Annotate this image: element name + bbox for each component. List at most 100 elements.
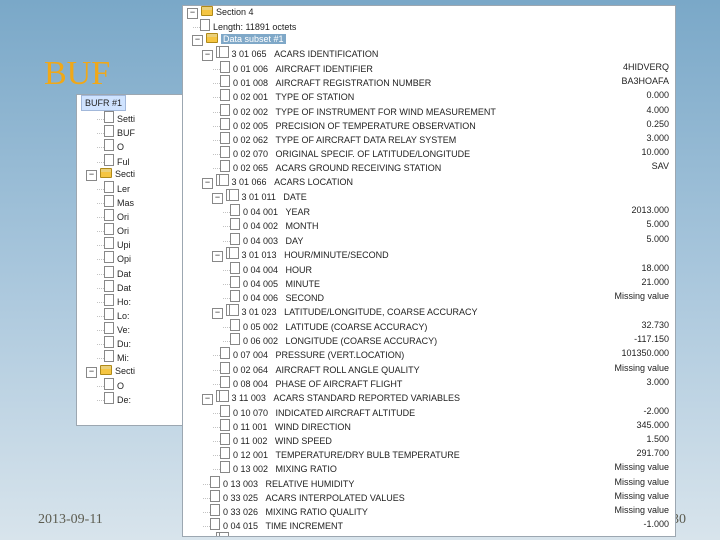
- pages-icon: [216, 390, 226, 402]
- value: -117.150: [634, 333, 669, 345]
- value: 10.000: [641, 146, 669, 158]
- page-icon: [230, 319, 240, 331]
- pages-icon: [226, 189, 236, 201]
- tree-leaf[interactable]: ····0 08 004 PHASE OF AIRCRAFT FLIGHT3.0…: [183, 376, 675, 390]
- length-label: Length: 11891 octets: [213, 22, 296, 32]
- collapse-icon[interactable]: −: [202, 50, 213, 61]
- page-icon: [220, 447, 230, 459]
- value: -2.000: [643, 405, 669, 417]
- tree-leaf[interactable]: ····0 02 005 PRECISION OF TEMPERATURE OB…: [183, 118, 675, 132]
- value: 5.000: [646, 218, 669, 230]
- value: 0.000: [646, 89, 669, 101]
- tree-leaf[interactable]: ····0 04 002 MONTH5.000: [183, 218, 675, 232]
- collapse-icon[interactable]: −: [202, 178, 213, 189]
- value: 32.730: [641, 319, 669, 331]
- page-icon: [230, 218, 240, 230]
- tree-leaf[interactable]: ····0 33 025 ACARS INTERPOLATED VALUESMi…: [183, 490, 675, 504]
- page-icon: [220, 89, 230, 101]
- pages-icon: [226, 304, 236, 316]
- tree-leaf[interactable]: ····0 05 002 LATITUDE (COARSE ACCURACY)3…: [183, 319, 675, 333]
- collapse-icon[interactable]: −: [187, 8, 198, 19]
- pages-icon: [226, 247, 236, 259]
- value: Missing value: [614, 362, 669, 374]
- page-icon: [200, 19, 210, 31]
- page-icon: [230, 262, 240, 274]
- bufr-header[interactable]: BUFR #1: [81, 95, 126, 111]
- folder-open-icon: [201, 6, 213, 16]
- tree-leaf[interactable]: ····0 12 001 TEMPERATURE/DRY BULB TEMPER…: [183, 447, 675, 461]
- value: 18.000: [641, 262, 669, 274]
- tree-leaf[interactable]: ····0 06 002 LONGITUDE (COARSE ACCURACY)…: [183, 333, 675, 347]
- page-icon: [220, 132, 230, 144]
- value: BA3HOAFA: [621, 75, 669, 87]
- tree-leaf[interactable]: ····0 04 004 HOUR18.000: [183, 262, 675, 276]
- tree-leaf[interactable]: ····0 02 001 TYPE OF STATION0.000: [183, 89, 675, 103]
- page-icon: [220, 104, 230, 116]
- tree-leaf[interactable]: ····0 02 065 ACARS GROUND RECEIVING STAT…: [183, 160, 675, 174]
- tree-leaf[interactable]: ····0 33 026 MIXING RATIO QUALITYMissing…: [183, 504, 675, 518]
- page-icon: [220, 146, 230, 158]
- value: 345.000: [636, 419, 669, 431]
- tree-leaf[interactable]: ····0 04 006 SECONDMissing value: [183, 290, 675, 304]
- value: -1.000: [643, 518, 669, 530]
- collapse-icon[interactable]: −: [212, 251, 223, 262]
- collapse-icon[interactable]: −: [212, 308, 223, 319]
- page-icon: [230, 233, 240, 245]
- page-icon: [230, 276, 240, 288]
- page-icon: [220, 160, 230, 172]
- value: 291.700: [636, 447, 669, 459]
- page-icon: [220, 405, 230, 417]
- value: Missing value: [614, 461, 669, 473]
- page-icon: [220, 433, 230, 445]
- tree-leaf[interactable]: ····0 04 005 MINUTE21.000: [183, 276, 675, 290]
- page-icon: [220, 362, 230, 374]
- tree-leaf[interactable]: ····0 02 002 TYPE OF INSTRUMENT FOR WIND…: [183, 104, 675, 118]
- value: Missing value: [614, 290, 669, 302]
- collapse-icon[interactable]: −: [202, 394, 213, 405]
- page-icon: [230, 204, 240, 216]
- pages-icon: [216, 46, 226, 58]
- subset-label[interactable]: Data subset #1: [221, 34, 286, 44]
- tree-panel-main[interactable]: −Section 4 ····Length: 11891 octets −Dat…: [182, 5, 676, 537]
- tree-leaf[interactable]: ····0 02 070 ORIGINAL SPECIF. OF LATITUD…: [183, 146, 675, 160]
- value: 3.000: [646, 132, 669, 144]
- tree-leaf[interactable]: ····0 13 003 RELATIVE HUMIDITYMissing va…: [183, 476, 675, 490]
- page-icon: [210, 504, 220, 516]
- collapse-icon[interactable]: −: [212, 193, 223, 204]
- value: 5.000: [646, 233, 669, 245]
- tree-leaf[interactable]: ····0 13 002 MIXING RATIOMissing value: [183, 461, 675, 475]
- page-icon: [210, 490, 220, 502]
- tree-leaf[interactable]: ····0 11 001 WIND DIRECTION345.000: [183, 419, 675, 433]
- value: 4HIDVERQ: [623, 61, 669, 73]
- tree-leaf[interactable]: ····0 01 006 AIRCRAFT IDENTIFIER4HIDVERQ: [183, 61, 675, 75]
- collapse-icon[interactable]: −: [202, 536, 213, 537]
- value: 2013.000: [631, 204, 669, 216]
- value: 101350.000: [621, 347, 669, 359]
- tree-leaf[interactable]: ····0 02 062 TYPE OF AIRCRAFT DATA RELAY…: [183, 132, 675, 146]
- pages-icon: [216, 532, 226, 537]
- page-icon: [220, 61, 230, 73]
- pages-icon: [216, 174, 226, 186]
- tree-leaf[interactable]: ····0 11 002 WIND SPEED1.500: [183, 433, 675, 447]
- page-icon: [230, 333, 240, 345]
- page-icon: [220, 376, 230, 388]
- value: 21.000: [641, 276, 669, 288]
- tree-leaf[interactable]: ····0 07 004 PRESSURE (VERT.LOCATION)101…: [183, 347, 675, 361]
- collapse-icon[interactable]: −: [192, 35, 203, 46]
- tree-leaf[interactable]: ····0 01 008 AIRCRAFT REGISTRATION NUMBE…: [183, 75, 675, 89]
- page-icon: [210, 476, 220, 488]
- page-icon: [220, 75, 230, 87]
- page-icon: [220, 461, 230, 473]
- page-icon: [230, 290, 240, 302]
- section-label[interactable]: Section 4: [216, 7, 254, 17]
- slide-title: BUF: [44, 55, 110, 93]
- tree-leaf[interactable]: ····0 04 015 TIME INCREMENT-1.000: [183, 518, 675, 532]
- tree-leaf[interactable]: ····0 10 070 INDICATED AIRCRAFT ALTITUDE…: [183, 405, 675, 419]
- tree-leaf[interactable]: ····0 04 003 DAY5.000: [183, 233, 675, 247]
- value: 1.500: [646, 433, 669, 445]
- value: 3.000: [646, 376, 669, 388]
- tree-leaf[interactable]: ····0 04 001 YEAR2013.000: [183, 204, 675, 218]
- value: Missing value: [614, 504, 669, 516]
- page-icon: [220, 419, 230, 431]
- tree-leaf[interactable]: ····0 02 064 AIRCRAFT ROLL ANGLE QUALITY…: [183, 362, 675, 376]
